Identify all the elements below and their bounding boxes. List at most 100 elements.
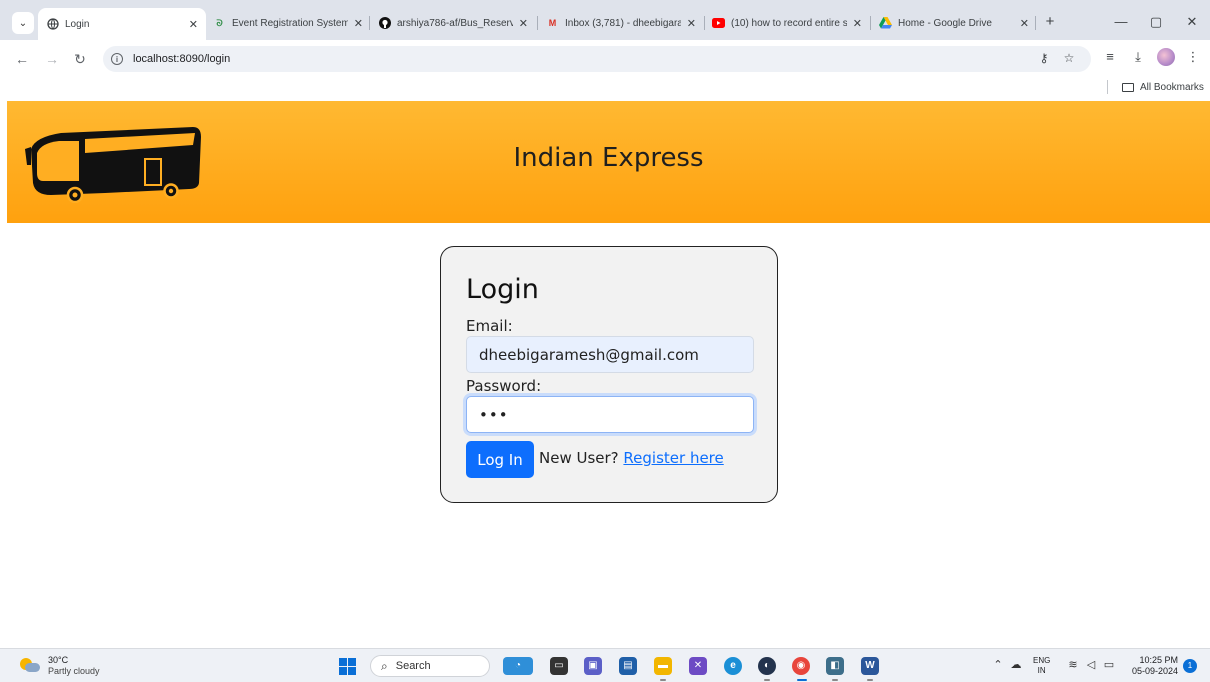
close-window-icon[interactable]: ✕ [1182, 12, 1202, 32]
gfg-icon: ᘐ [216, 17, 223, 28]
partly-cloudy-icon [20, 658, 40, 674]
bookmark-star-icon[interactable]: ☆ [1060, 51, 1078, 65]
xmind-icon[interactable]: ✕ [689, 657, 707, 675]
tab-close-icon[interactable]: ✕ [1020, 17, 1029, 30]
windows-start-icon[interactable] [339, 658, 356, 675]
browser-toolbar: ← → ↻ i localhost:8090/login ⚷ ☆ [0, 44, 1210, 74]
tab-title: Event Registration System [232, 17, 348, 29]
back-arrow-icon[interactable]: ← [12, 49, 32, 69]
login-button[interactable]: Log In [466, 441, 534, 478]
windows-taskbar: 30°C Partly cloudy ⌕ Search ◔ ▭ ▣ ▤ ▬ ✕ … [0, 648, 1210, 682]
edge-browser-icon[interactable]: e [724, 657, 742, 675]
forward-arrow-icon[interactable]: → [42, 49, 62, 69]
tab-separator [369, 16, 370, 30]
tab-close-icon[interactable]: ✕ [519, 17, 528, 30]
globe-icon [46, 18, 59, 31]
active-app-indicator [797, 679, 807, 681]
tab-title: Login [65, 18, 90, 30]
clock-time: 10:25 PM [1139, 655, 1178, 665]
weather-description: Partly cloudy [48, 666, 100, 676]
tab-separator [870, 16, 871, 30]
language-indicator[interactable]: ENG IN [1033, 656, 1050, 676]
wifi-icon[interactable]: ≋ [1066, 658, 1080, 671]
store-icon[interactable]: ▤ [619, 657, 637, 675]
gmail-icon: M [548, 18, 557, 28]
tab-title: Home - Google Drive [898, 17, 992, 29]
tab-title: Inbox (3,781) - dheebigara [565, 17, 681, 29]
bookmarks-separator [1107, 80, 1108, 94]
system-clock[interactable]: 10:25 PM 05-09-2024 [1124, 655, 1178, 677]
all-bookmarks-button[interactable]: All Bookmarks [1122, 79, 1204, 95]
menu-kebab-icon[interactable]: ⋮ [1184, 49, 1202, 65]
running-indicator [764, 679, 770, 681]
download-icon[interactable]: ⤓ [1129, 49, 1147, 65]
widgets-app-icon[interactable]: ◔ [503, 657, 533, 675]
site-title: Indian Express [513, 143, 704, 173]
youtube-icon [712, 17, 725, 30]
sql-tool-icon[interactable]: ◧ [826, 657, 844, 675]
tab-separator [704, 16, 705, 30]
tab-title: (10) how to record entire s [731, 17, 847, 29]
restore-icon[interactable]: ▢ [1146, 12, 1166, 32]
weather-temperature: 30°C [48, 655, 69, 665]
tab-separator [537, 16, 538, 30]
tab-gmail-inbox[interactable]: M Inbox (3,781) - dheebigara ✕ [546, 12, 696, 34]
eclipse-icon[interactable]: ◐ [758, 657, 776, 675]
tab-login[interactable]: Login ✕ [38, 8, 206, 40]
tab-close-icon[interactable]: ✕ [354, 17, 363, 30]
tab-github-repo[interactable]: arshiya786-af/Bus_Reserva ✕ [378, 12, 528, 34]
address-url: localhost:8090/login [133, 53, 231, 65]
battery-icon[interactable]: ▭ [1102, 658, 1116, 671]
new-user-text: New User? [539, 449, 619, 467]
all-bookmarks-label: All Bookmarks [1140, 81, 1204, 93]
login-heading: Login [466, 274, 539, 305]
running-indicator [660, 679, 666, 681]
tab-youtube[interactable]: (10) how to record entire s ✕ [712, 12, 862, 34]
tab-google-drive[interactable]: Home - Google Drive ✕ [879, 12, 1029, 34]
reading-list-icon[interactable]: ≡ [1101, 49, 1119, 64]
tab-event-registration[interactable]: ᘐ Event Registration System ✕ [213, 12, 363, 34]
password-input[interactable] [466, 396, 754, 433]
taskbar-search-label: Search [395, 660, 431, 672]
teams-chat-icon[interactable]: ▣ [584, 657, 602, 675]
profile-avatar[interactable] [1157, 48, 1175, 66]
running-indicator [832, 679, 838, 681]
tab-close-icon[interactable]: ✕ [853, 17, 862, 30]
site-info-icon[interactable]: i [111, 53, 123, 65]
task-view-icon[interactable]: ▭ [550, 657, 568, 675]
email-input[interactable] [466, 336, 754, 373]
file-explorer-icon[interactable]: ▬ [654, 657, 672, 675]
speaker-icon[interactable]: ◁ [1084, 658, 1098, 671]
language-code: ENG [1033, 656, 1051, 665]
language-region: IN [1037, 666, 1046, 675]
github-icon [378, 17, 391, 30]
browser-tab-strip: ⌄ Login ✕ ᘐ Event Registration System ✕ … [0, 0, 1210, 44]
login-card: Login Email: Password: Log In New User? … [440, 246, 778, 503]
clock-date: 05-09-2024 [1131, 666, 1178, 676]
address-bar[interactable]: i localhost:8090/login ⚷ ☆ [103, 46, 1091, 72]
site-header: Indian Express [7, 101, 1210, 223]
drive-icon [879, 17, 892, 30]
tab-close-icon[interactable]: ✕ [687, 17, 696, 30]
chrome-browser-icon[interactable]: ◉ [792, 657, 810, 675]
tray-chevron-up-icon[interactable]: ⌃ [992, 658, 1004, 671]
taskbar-search[interactable]: ⌕ Search [370, 655, 490, 677]
new-tab-plus-icon[interactable]: + [1042, 12, 1058, 32]
password-key-icon[interactable]: ⚷ [1035, 51, 1053, 65]
bookmarks-bar: All Bookmarks [0, 74, 1210, 100]
new-user-prompt: New User? Register here [539, 449, 724, 467]
search-icon: ⌕ [381, 658, 388, 673]
tab-close-icon[interactable]: ✕ [189, 18, 198, 31]
word-app-icon[interactable]: W [861, 657, 879, 675]
weather-widget[interactable]: 30°C Partly cloudy [20, 655, 100, 677]
running-indicator [867, 679, 873, 681]
register-link[interactable]: Register here [623, 449, 723, 467]
folder-icon [1122, 82, 1134, 92]
network-tray-icon[interactable]: ☁ [1009, 658, 1023, 671]
reload-icon[interactable]: ↻ [70, 49, 90, 69]
email-label: Email: [466, 317, 513, 335]
minimize-icon[interactable]: — [1111, 12, 1131, 32]
tab-search-chevron-icon[interactable]: ⌄ [12, 12, 34, 34]
tab-separator [1035, 16, 1036, 30]
notification-badge[interactable]: 1 [1183, 659, 1197, 673]
